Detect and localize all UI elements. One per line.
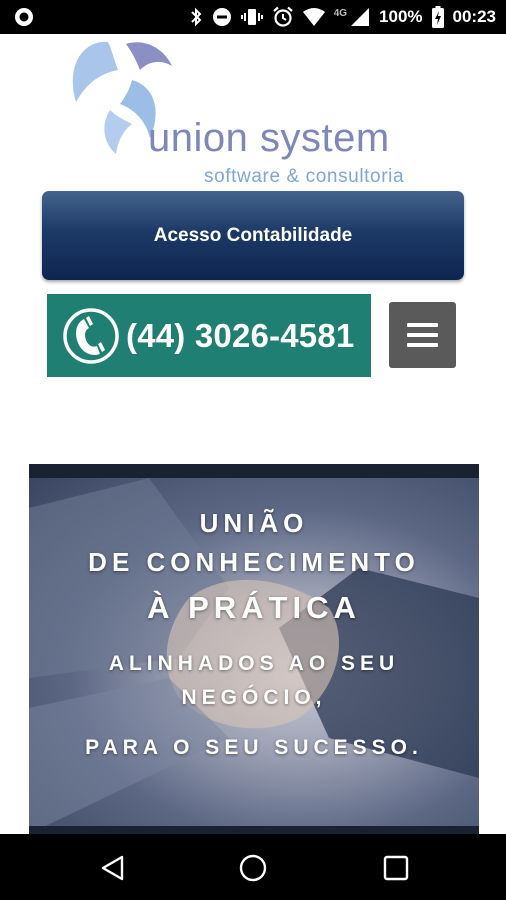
acesso-contabilidade-button[interactable]: Acesso Contabilidade [42,191,464,280]
recent-apps-icon[interactable] [383,855,409,881]
banner-line-6: PARA O SEU SUCESSO. [85,736,423,759]
clock: 00:23 [452,7,496,26]
bluetooth-icon [190,7,202,27]
logo-name: union system [148,116,390,160]
handshake-image: UNIÃO DE CONHECIMENTO À PRÁTICA ALINHADO… [29,478,479,834]
web-page: union system software & consultoria Aces… [0,34,506,834]
hamburger-menu-button[interactable] [389,302,456,368]
status-bar: 4G 100% 00:23 [0,0,506,34]
hamburger-menu-icon [407,323,438,327]
banner-line-1: UNIÃO [199,508,309,538]
phone-icon [63,307,119,364]
vibrate-icon [240,9,263,25]
banner-bottom-strip [29,826,479,834]
union-system-logo[interactable]: union system software & consultoria [70,40,430,187]
back-icon[interactable] [98,853,128,883]
banner-line-5: NEGÓCIO, [181,686,327,709]
signal-icon [351,8,370,26]
logo-tagline: software & consultoria [204,166,405,187]
home-icon[interactable] [238,853,268,883]
phone-number: (44) 3026-4581 [126,316,355,354]
hero-banner: UNIÃO DE CONHECIMENTO À PRÁTICA ALINHADO… [29,464,479,834]
alarm-icon [272,6,293,27]
do-not-disturb-icon [212,8,231,26]
banner-line-4: ALINHADOS AO SEU [108,652,400,675]
battery-percent: 100% [379,7,423,26]
banner-line-3: À PRÁTICA [147,590,361,625]
navigation-bar [0,834,506,900]
banner-line-2: DE CONHECIMENTO [88,547,420,577]
wifi-icon [302,8,325,26]
phone-contact-button[interactable]: (44) 3026-4581 [47,294,371,377]
notification-icon [15,8,33,26]
battery-charging-icon [431,6,444,28]
network-type: 4G [333,7,348,19]
